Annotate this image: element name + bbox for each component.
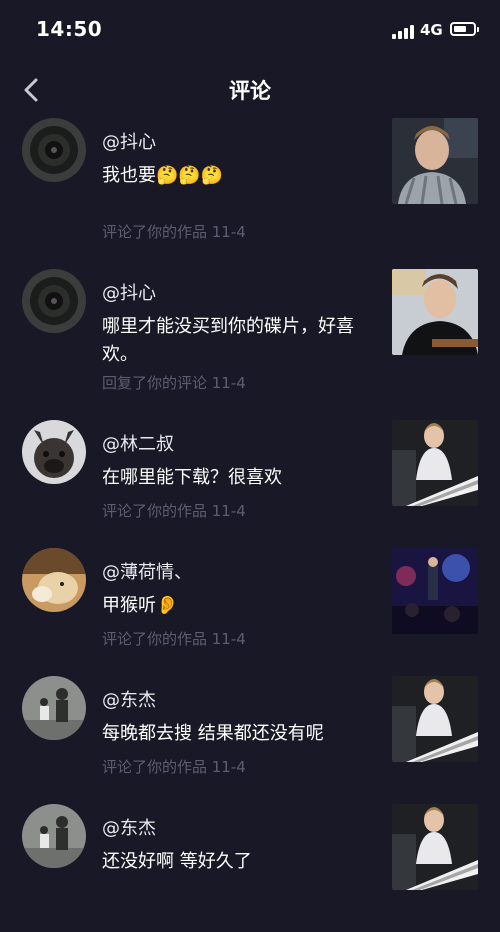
comment-item[interactable]: @东杰 还没好啊 等好久了	[0, 804, 500, 932]
signal-bars-icon	[392, 23, 416, 39]
video-thumbnail[interactable]	[392, 804, 478, 890]
comment-item[interactable]: @抖心 我也要🤔🤔🤔 评论了你的作品 11-4	[0, 118, 500, 246]
username[interactable]: @抖心	[102, 128, 156, 154]
comment-text: 每晚都去搜 结果都还没有呢	[102, 723, 324, 744]
comment-item[interactable]: @东杰 每晚都去搜 结果都还没有呢 评论了你的作品 11-4	[0, 676, 500, 804]
comment-text: 还没好啊 等好久了	[102, 851, 252, 872]
avatar[interactable]	[22, 676, 86, 740]
avatar[interactable]	[22, 118, 86, 182]
comment-text: 哪里才能没买到你的碟片，好喜欢。	[102, 316, 354, 365]
avatar[interactable]	[22, 269, 86, 333]
avatar[interactable]	[22, 548, 86, 612]
comment-text: 我也要🤔🤔🤔	[102, 165, 224, 186]
battery-icon	[450, 22, 479, 36]
video-thumbnail[interactable]	[392, 118, 478, 204]
status-bar: 14:50 4G	[0, 0, 500, 62]
username[interactable]: @薄荷情、	[102, 558, 192, 584]
comment-item[interactable]: @抖心 哪里才能没买到你的碟片，好喜欢。 回复了你的评论 11-4	[0, 269, 500, 397]
comment-text: 甲猴听👂	[102, 595, 179, 616]
video-thumbnail[interactable]	[392, 548, 478, 634]
comment-item[interactable]: @林二叔 在哪里能下载？很喜欢 评论了你的作品 11-4	[0, 420, 500, 548]
comment-meta: 回复了你的评论 11-4	[102, 374, 246, 392]
comment-meta: 评论了你的作品 11-4	[102, 630, 246, 648]
username[interactable]: @东杰	[102, 686, 156, 712]
video-thumbnail[interactable]	[392, 676, 478, 762]
page-title: 评论	[229, 79, 271, 103]
comment-text: 在哪里能下载？很喜欢	[102, 467, 282, 488]
avatar[interactable]	[22, 420, 86, 484]
status-time: 14:50	[36, 17, 103, 41]
comment-meta: 评论了你的作品 11-4	[102, 502, 246, 520]
username[interactable]: @林二叔	[102, 430, 174, 456]
username[interactable]: @东杰	[102, 814, 156, 840]
comment-item[interactable]: @薄荷情、 甲猴听👂 评论了你的作品 11-4	[0, 548, 500, 676]
comment-meta: 评论了你的作品 11-4	[102, 223, 246, 241]
comment-meta: 评论了你的作品 11-4	[102, 758, 246, 776]
video-thumbnail[interactable]	[392, 269, 478, 355]
nav-bar: 评论	[0, 62, 500, 118]
username[interactable]: @抖心	[102, 279, 156, 305]
network-type: 4G	[420, 21, 443, 39]
video-thumbnail[interactable]	[392, 420, 478, 506]
avatar[interactable]	[22, 804, 86, 868]
